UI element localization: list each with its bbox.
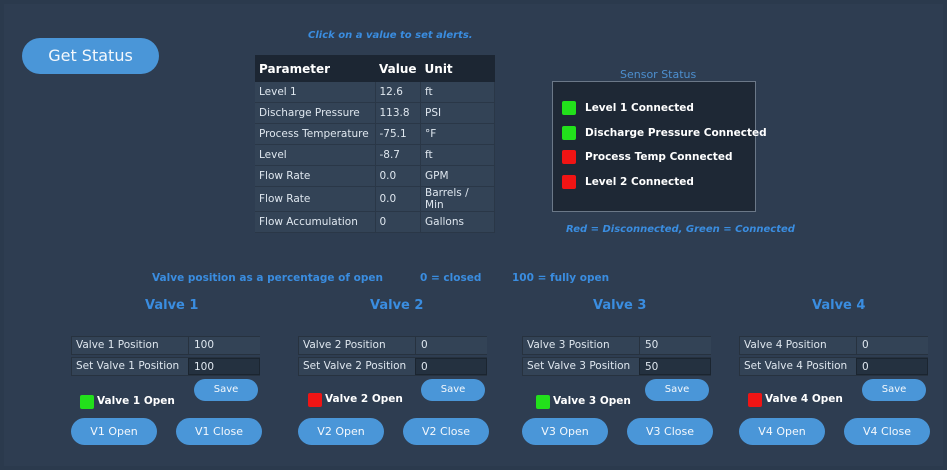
table-row[interactable]: Process Temperature -75.1 °F [255, 123, 496, 145]
unit-cell: GPM [420, 165, 496, 187]
column-header-parameter: Parameter [255, 55, 375, 82]
value-cell[interactable]: -75.1 [375, 123, 422, 145]
sensor-label: Level 2 Connected [585, 176, 694, 188]
valve-2-status-label: Valve 2 Open [325, 393, 403, 405]
parameter-cell: Flow Accumulation [255, 211, 376, 233]
valve-4-save-button[interactable]: Save [862, 379, 926, 401]
valve-position-label: Valve 4 Position [744, 339, 827, 351]
value-cell[interactable]: 0.0 [375, 186, 422, 212]
valve-1-position-field: Valve 1 Position 100 [71, 336, 260, 355]
valve-1-status-label: Valve 1 Open [97, 395, 175, 407]
table-row[interactable]: Discharge Pressure 113.8 PSI [255, 102, 496, 124]
sensor-legend: Red = Disconnected, Green = Connected [566, 224, 795, 235]
sensor-indicator-led [562, 150, 576, 164]
valve-2-position-field: Valve 2 Position 0 [298, 336, 487, 355]
unit-cell: Barrels / Min [420, 186, 496, 212]
valve-3-position-field: Valve 3 Position 50 [522, 336, 711, 355]
valve-4-status-label: Valve 4 Open [765, 393, 843, 405]
set-valve-position-input[interactable]: 0 [415, 358, 487, 375]
parameter-cell: Flow Rate [255, 186, 376, 212]
valve-position-legend: Valve position as a percentage of open [152, 272, 383, 284]
value-cell[interactable]: 0.0 [375, 165, 422, 187]
valve-3-close-button[interactable]: V3 Close [627, 418, 713, 445]
sensor-indicator-led [562, 175, 576, 189]
set-valve-position-input[interactable]: 50 [639, 358, 711, 375]
unit-cell: ft [420, 82, 496, 103]
unit-cell: °F [420, 123, 496, 145]
valve-3-open-button[interactable]: V3 Open [522, 418, 608, 445]
set-valve-position-label: Set Valve 3 Position [527, 360, 631, 372]
value-cell[interactable]: 12.6 [375, 82, 422, 103]
parameter-cell: Flow Rate [255, 165, 376, 187]
sensor-status-title: Sensor Status [620, 68, 697, 81]
valve-position-value: 0 [415, 337, 487, 354]
valve-1-open-button[interactable]: V1 Open [71, 418, 157, 445]
column-header-unit: Unit [420, 55, 495, 82]
valve-open-legend: 100 = fully open [512, 272, 610, 284]
valve-position-label: Valve 3 Position [527, 339, 610, 351]
valve-3-set-position-field: Set Valve 3 Position 50 [522, 357, 711, 376]
valve-4-title: Valve 4 [812, 298, 866, 313]
valve-1-status-led [80, 395, 94, 409]
valve-2-close-button[interactable]: V2 Close [403, 418, 489, 445]
parameter-table: Parameter Value Unit Level 1 12.6 ft Dis… [255, 55, 496, 233]
valve-4-open-button[interactable]: V4 Open [739, 418, 825, 445]
valve-1-save-button[interactable]: Save [194, 379, 258, 401]
valve-1-title: Valve 1 [145, 298, 199, 313]
valve-4-close-button[interactable]: V4 Close [844, 418, 930, 445]
valve-4-position-field: Valve 4 Position 0 [739, 336, 928, 355]
sensor-label: Process Temp Connected [585, 151, 733, 163]
parameter-cell: Level [255, 144, 376, 166]
sensor-label: Discharge Pressure Connected [585, 127, 767, 139]
unit-cell: PSI [420, 102, 496, 124]
sensor-status-panel: Level 1 Connected Discharge Pressure Con… [552, 81, 767, 212]
table-row[interactable]: Level 1 12.6 ft [255, 82, 496, 103]
unit-cell: Gallons [420, 211, 496, 233]
valve-3-title: Valve 3 [593, 298, 647, 313]
sensor-label: Level 1 Connected [585, 102, 694, 114]
valve-2-status-led [308, 393, 322, 407]
value-cell[interactable]: -8.7 [375, 144, 422, 166]
valve-2-set-position-field: Set Valve 2 Position 0 [298, 357, 487, 376]
table-row[interactable]: Flow Rate 0.0 GPM [255, 165, 496, 187]
valve-2-save-button[interactable]: Save [421, 379, 485, 401]
table-row[interactable]: Level -8.7 ft [255, 144, 496, 166]
valve-closed-legend: 0 = closed [420, 272, 482, 284]
valve-4-status-led [748, 393, 762, 407]
set-valve-position-label: Set Valve 2 Position [303, 360, 407, 372]
get-status-button[interactable]: Get Status [22, 38, 159, 74]
table-row[interactable]: Flow Accumulation 0 Gallons [255, 211, 496, 233]
table-row[interactable]: Flow Rate 0.0 Barrels / Min [255, 186, 496, 212]
parameter-cell: Process Temperature [255, 123, 376, 145]
valve-3-save-button[interactable]: Save [645, 379, 709, 401]
parameter-cell: Discharge Pressure [255, 102, 376, 124]
valve-3-status-label: Valve 3 Open [553, 395, 631, 407]
table-header-row: Parameter Value Unit [255, 55, 495, 82]
valve-3-status-led [536, 395, 550, 409]
sensor-indicator-led [562, 126, 576, 140]
valve-2-open-button[interactable]: V2 Open [298, 418, 384, 445]
value-cell[interactable]: 113.8 [375, 102, 422, 124]
valve-position-label: Valve 1 Position [76, 339, 159, 351]
valve-position-label: Valve 2 Position [303, 339, 386, 351]
valve-1-set-position-field: Set Valve 1 Position 100 [71, 357, 260, 376]
valve-position-value: 0 [856, 337, 928, 354]
set-valve-position-label: Set Valve 1 Position [76, 360, 180, 372]
set-valve-position-input[interactable]: 100 [188, 358, 260, 375]
parameter-cell: Level 1 [255, 82, 376, 103]
valve-1-close-button[interactable]: V1 Close [176, 418, 262, 445]
set-valve-position-label: Set Valve 4 Position [744, 360, 848, 372]
unit-cell: ft [420, 144, 496, 166]
valve-2-title: Valve 2 [370, 298, 424, 313]
valve-position-value: 50 [639, 337, 711, 354]
column-header-value: Value [375, 55, 421, 82]
value-cell[interactable]: 0 [375, 211, 422, 233]
valve-4-set-position-field: Set Valve 4 Position 0 [739, 357, 928, 376]
alerts-hint: Click on a value to set alerts. [308, 30, 473, 41]
sensor-indicator-led [562, 101, 576, 115]
valve-position-value: 100 [188, 337, 260, 354]
set-valve-position-input[interactable]: 0 [856, 358, 928, 375]
